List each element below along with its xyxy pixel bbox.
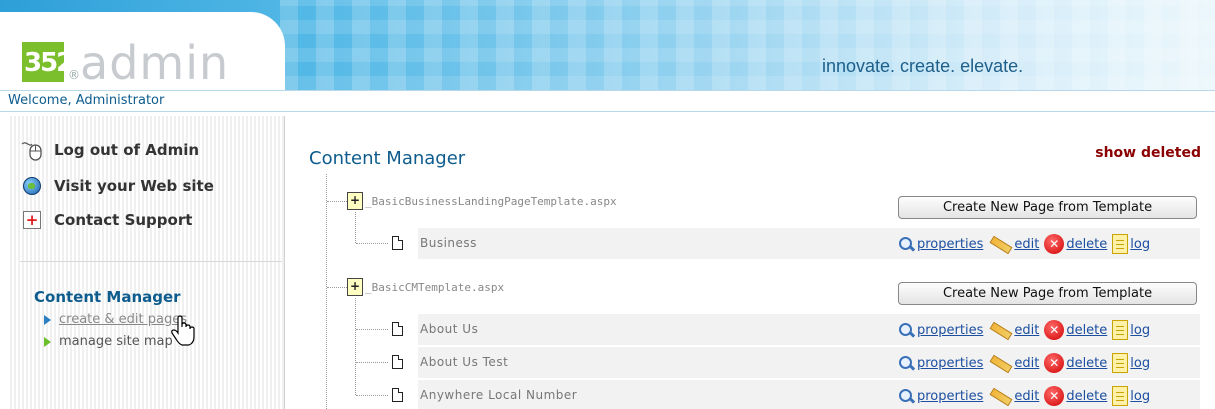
logo-number: 352: [24, 48, 74, 78]
sidebar-link-label: Visit your Web site: [54, 177, 214, 195]
magnifier-icon[interactable]: [898, 322, 915, 339]
tree-trunk-line: [326, 174, 327, 409]
sidebar: Log out of Admin Visit your Web site + C…: [8, 116, 285, 409]
page-file-icon: [392, 322, 403, 336]
edit-link[interactable]: edit: [1014, 389, 1039, 404]
page-name[interactable]: Anywhere Local Number: [420, 388, 577, 402]
tree-child-line: [355, 298, 356, 395]
delete-link[interactable]: delete: [1066, 356, 1107, 371]
template-file-icon: +: [347, 278, 363, 296]
log-link[interactable]: log: [1130, 323, 1150, 338]
logo-admin-text: admin: [80, 36, 230, 90]
edit-link[interactable]: edit: [1014, 237, 1039, 252]
welcome-bar: Welcome, Administrator: [0, 90, 1215, 112]
delete-icon[interactable]: ✕: [1044, 353, 1065, 373]
page-file-icon: [392, 355, 403, 369]
tree-branch-line: [356, 329, 388, 330]
sidebar-link-label: Contact Support: [54, 211, 193, 229]
page-name[interactable]: About Us Test: [420, 355, 508, 369]
page-actions: properties edit ✕ delete log: [898, 385, 1155, 407]
delete-icon[interactable]: ✕: [1044, 320, 1065, 340]
pencil-icon[interactable]: [988, 387, 1012, 405]
page-name[interactable]: Business: [420, 236, 477, 250]
delete-icon[interactable]: ✕: [1044, 386, 1065, 406]
tagline: innovate. create. elevate.: [822, 56, 1024, 76]
properties-link[interactable]: properties: [917, 237, 983, 252]
sidebar-section-heading: Content Manager: [34, 288, 181, 306]
page-name[interactable]: About Us: [420, 322, 478, 336]
sidebar-item-manage-site-map[interactable]: manage site map: [44, 334, 173, 349]
log-icon[interactable]: [1112, 353, 1129, 373]
page-file-icon: [392, 388, 403, 402]
triangle-right-icon: [44, 336, 51, 347]
globe-icon: [20, 174, 44, 198]
sidebar-divider: [20, 261, 282, 262]
template-name: _BasicBusinessLandingPageTemplate.aspx: [365, 194, 617, 208]
tree-branch-line: [356, 362, 388, 363]
properties-link[interactable]: properties: [917, 323, 983, 338]
page-actions: properties edit ✕ delete log: [898, 319, 1155, 341]
sidebar-item-label: manage site map: [59, 334, 173, 349]
edit-link[interactable]: edit: [1014, 323, 1039, 338]
page-actions: properties edit ✕ delete log: [898, 352, 1155, 374]
logo-registered-mark: ®: [68, 68, 80, 82]
welcome-text: Welcome, Administrator: [8, 93, 165, 108]
header-pattern: [280, 0, 1215, 90]
first-aid-icon: +: [20, 208, 44, 232]
log-link[interactable]: log: [1130, 237, 1150, 252]
admin-page: 352 ® admin innovate. create. elevate. W…: [0, 0, 1215, 409]
sidebar-item-label[interactable]: create & edit pages: [59, 312, 187, 327]
triangle-right-icon: [44, 314, 51, 325]
page-actions: properties edit ✕ delete log: [898, 233, 1155, 255]
tree-branch-line: [356, 243, 388, 244]
sidebar-link-visit-site[interactable]: Visit your Web site: [20, 174, 214, 198]
magnifier-icon[interactable]: [898, 236, 915, 253]
sidebar-link-contact-support[interactable]: + Contact Support: [20, 208, 192, 232]
tree-branch-line: [356, 395, 388, 396]
template-item[interactable]: + _BasicCMTemplate.aspx: [347, 278, 504, 296]
tree-branch-line: [327, 201, 347, 202]
mouse-icon: [20, 138, 44, 162]
pencil-icon[interactable]: [988, 321, 1012, 339]
page-file-icon: [392, 236, 403, 250]
properties-link[interactable]: properties: [917, 356, 983, 371]
template-file-icon: +: [347, 192, 363, 210]
magnifier-icon[interactable]: [898, 355, 915, 372]
create-page-from-template-button[interactable]: Create New Page from Template: [898, 196, 1197, 219]
log-icon[interactable]: [1112, 386, 1129, 406]
log-icon[interactable]: [1112, 320, 1129, 340]
sidebar-link-label: Log out of Admin: [54, 141, 200, 159]
page-title: Content Manager: [309, 148, 466, 169]
pencil-icon[interactable]: [988, 354, 1012, 372]
log-icon[interactable]: [1112, 234, 1129, 254]
delete-icon[interactable]: ✕: [1044, 234, 1065, 254]
create-page-from-template-button[interactable]: Create New Page from Template: [898, 282, 1197, 305]
tree-branch-line: [327, 287, 347, 288]
delete-link[interactable]: delete: [1066, 389, 1107, 404]
log-link[interactable]: log: [1130, 389, 1150, 404]
log-link[interactable]: log: [1130, 356, 1150, 371]
properties-link[interactable]: properties: [917, 389, 983, 404]
logo-container: 352 ® admin: [0, 12, 285, 90]
template-item[interactable]: + _BasicBusinessLandingPageTemplate.aspx: [347, 192, 617, 210]
show-deleted-link[interactable]: show deleted: [1095, 145, 1201, 161]
sidebar-link-logout[interactable]: Log out of Admin: [20, 138, 199, 162]
hand-cursor-icon: [171, 315, 195, 346]
magnifier-icon[interactable]: [898, 388, 915, 405]
pencil-icon[interactable]: [988, 235, 1012, 253]
delete-link[interactable]: delete: [1066, 323, 1107, 338]
edit-link[interactable]: edit: [1014, 356, 1039, 371]
delete-link[interactable]: delete: [1066, 237, 1107, 252]
template-name: _BasicCMTemplate.aspx: [365, 280, 505, 294]
header-banner: 352 ® admin innovate. create. elevate.: [0, 0, 1215, 90]
sidebar-item-create-edit-pages[interactable]: create & edit pages: [44, 312, 187, 327]
tree-child-line: [355, 212, 356, 243]
